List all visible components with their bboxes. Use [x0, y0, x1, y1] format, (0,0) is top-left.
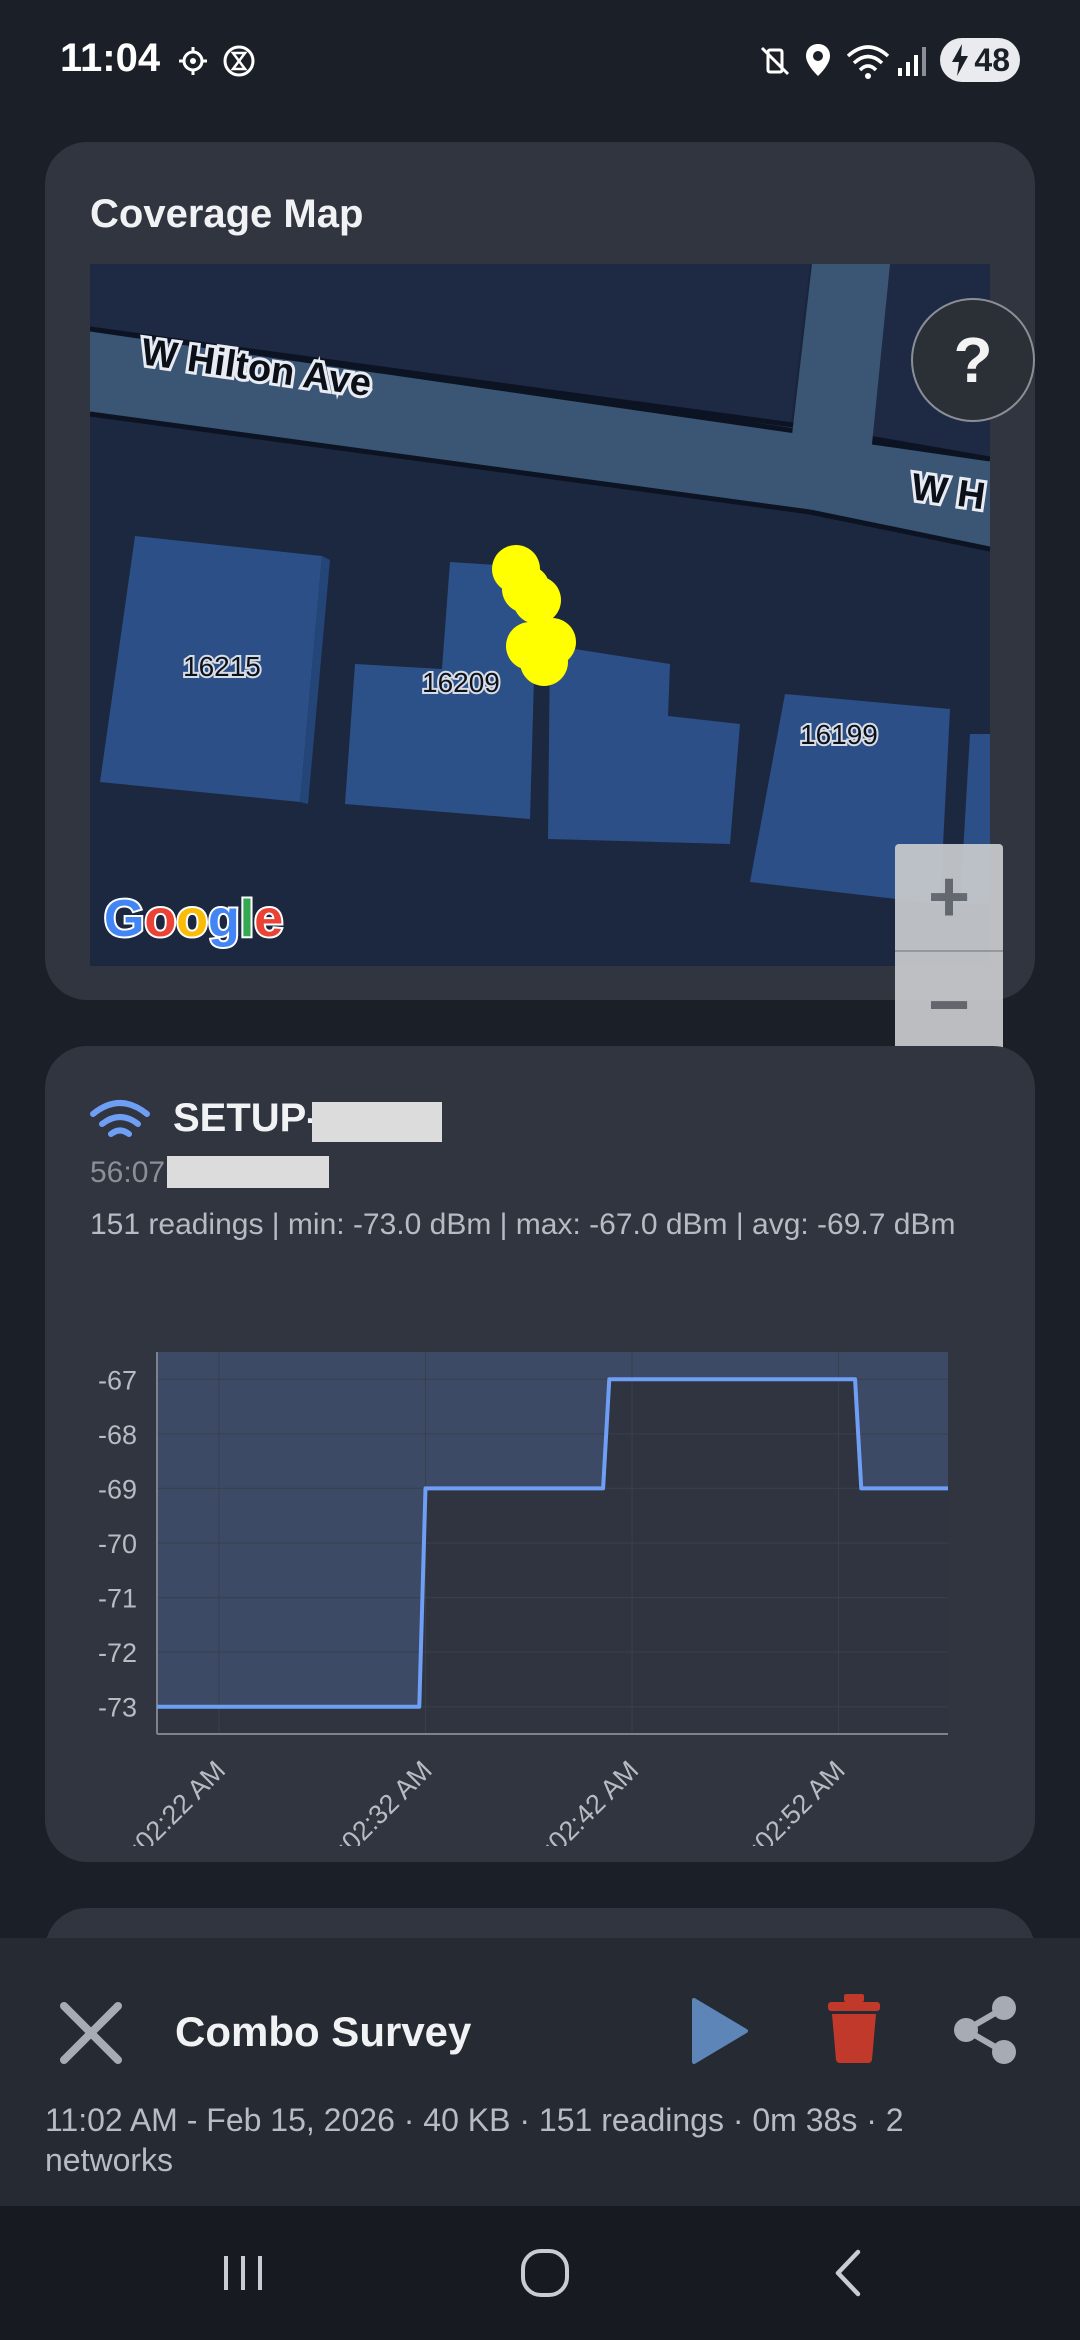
survey-title: Combo Survey: [175, 2008, 472, 2055]
signal-chart: -67 -68 -69 -70 -71 -72 -73 11:02:22 AM 11:02:32…: [98, 1352, 948, 1846]
coverage-map[interactable]: W Hilton Ave W H 16215 16209 16199 Googl…: [90, 264, 990, 966]
recent-apps-icon[interactable]: [218, 2248, 268, 2298]
house-number: 16199: [800, 719, 878, 750]
close-icon[interactable]: [58, 2000, 124, 2066]
coverage-marker: [520, 638, 568, 686]
status-time: 11:04: [60, 36, 161, 80]
x-tick-label: 11:02:32 AM: [311, 1755, 438, 1846]
wifi-icon: [90, 1100, 150, 1137]
x-tick-label: 11:02:22 AM: [104, 1755, 231, 1846]
location-pin-icon: [806, 44, 830, 76]
house-number: 16215: [183, 651, 261, 682]
network-mac: 56:07: [90, 1156, 166, 1189]
redacted-mac: [167, 1156, 329, 1188]
battery-indicator: 48: [940, 38, 1020, 82]
back-icon[interactable]: [826, 2246, 870, 2300]
location-crosshair-icon: [179, 47, 207, 75]
network-card: SETUP- 56:07 151 readings | min: -73.0 d…: [45, 1046, 1035, 1862]
coverage-map-card: Coverage Map W Hilton Ave W H 16215 1620…: [45, 142, 1035, 1058]
house-number: 16209: [422, 667, 500, 698]
hourglass-icon: [223, 45, 255, 77]
y-tick-label: -72: [98, 1638, 137, 1668]
redacted-ssid: [312, 1102, 442, 1142]
share-icon[interactable]: [950, 1994, 1020, 2066]
x-tick-label: 11:02:42 AM: [517, 1755, 644, 1846]
network-stats: 151 readings | min: -73.0 dBm | max: -67…: [90, 1208, 956, 1241]
survey-panel: Combo Survey 11:02 AM - Feb 15, 2026 · 4…: [0, 1938, 1080, 2206]
trash-icon[interactable]: [826, 1992, 882, 2064]
x-tick-label: 11:02:52 AM: [724, 1755, 851, 1846]
coverage-map-title: Coverage Map: [90, 192, 364, 236]
status-bar: 11:04 48: [0, 0, 1080, 125]
battery-charging-icon: [952, 44, 968, 76]
wifi-icon: [846, 45, 890, 79]
survey-meta: 11:02 AM - Feb 15, 2026 · 40 KB · 151 re…: [45, 2102, 904, 2178]
zoom-controls: + −: [895, 844, 1003, 1058]
zoom-in-button[interactable]: +: [895, 844, 1003, 950]
network-ssid: SETUP-: [173, 1096, 320, 1140]
battery-level: 48: [974, 41, 1010, 78]
vibrate-mute-icon: [760, 46, 790, 76]
y-tick-label: -71: [98, 1584, 137, 1614]
y-tick-label: -67: [98, 1365, 137, 1395]
svg-text:Google: Google: [104, 890, 283, 948]
coverage-marker: [513, 576, 561, 624]
y-tick-label: -73: [98, 1693, 137, 1723]
system-nav-bar: [0, 2206, 1080, 2340]
play-icon[interactable]: [690, 1996, 750, 2066]
google-logo: Google: [102, 888, 285, 950]
y-tick-label: -69: [98, 1474, 137, 1504]
signal-icon: [898, 47, 926, 76]
zoom-out-button[interactable]: −: [895, 952, 1003, 1058]
home-icon[interactable]: [518, 2246, 572, 2300]
help-button[interactable]: ?: [911, 298, 1035, 422]
y-tick-label: -68: [98, 1420, 137, 1450]
map-canvas: W Hilton Ave W H 16215 16209 16199 Googl…: [90, 264, 990, 966]
y-tick-label: -70: [98, 1529, 137, 1559]
